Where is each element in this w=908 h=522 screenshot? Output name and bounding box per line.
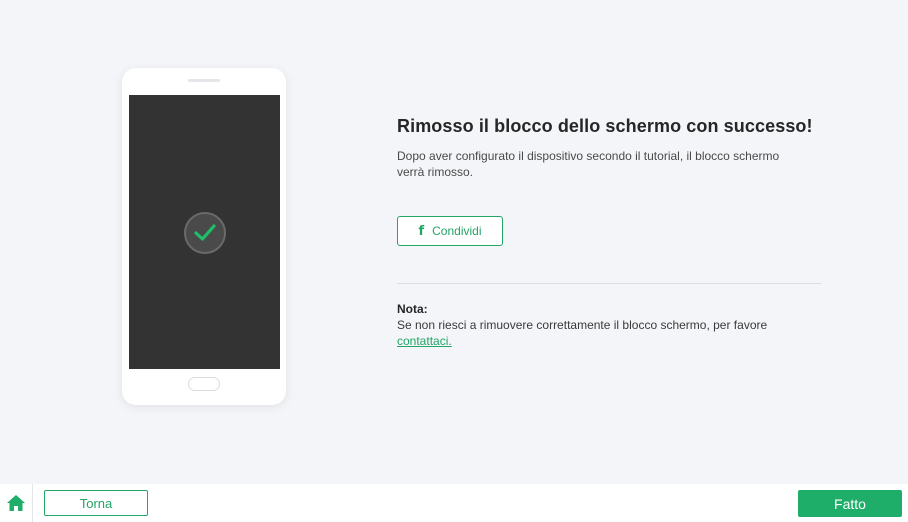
note-title: Nota: bbox=[397, 302, 428, 316]
share-button[interactable]: f Condividi bbox=[397, 216, 503, 246]
back-button[interactable]: Torna bbox=[44, 490, 148, 516]
facebook-icon: f bbox=[418, 223, 425, 239]
share-button-label: Condividi bbox=[432, 224, 482, 238]
result-description: Dopo aver configurato il dispositivo sec… bbox=[397, 149, 780, 179]
phone-home-button bbox=[188, 377, 220, 391]
contact-link[interactable]: contattaci. bbox=[397, 334, 452, 348]
success-check-icon bbox=[184, 212, 226, 254]
note-text: Se non riesci a rimuovere correttamente … bbox=[397, 318, 768, 332]
result-content: Rimosso il blocco dello schermo con succ… bbox=[397, 114, 821, 348]
divider bbox=[397, 283, 821, 284]
home-icon bbox=[7, 495, 25, 511]
main-panel: Rimosso il blocco dello schermo con succ… bbox=[0, 0, 908, 484]
home-button[interactable] bbox=[0, 484, 33, 522]
phone-screen bbox=[129, 95, 280, 369]
page-title: Rimosso il blocco dello schermo con succ… bbox=[397, 116, 813, 136]
phone-speaker bbox=[188, 79, 220, 82]
done-button[interactable]: Fatto bbox=[798, 490, 902, 517]
note-section: Nota: Se non riesci a rimuovere corretta… bbox=[397, 301, 821, 349]
phone-illustration bbox=[122, 68, 286, 405]
footer-bar: Torna Fatto bbox=[0, 484, 908, 522]
